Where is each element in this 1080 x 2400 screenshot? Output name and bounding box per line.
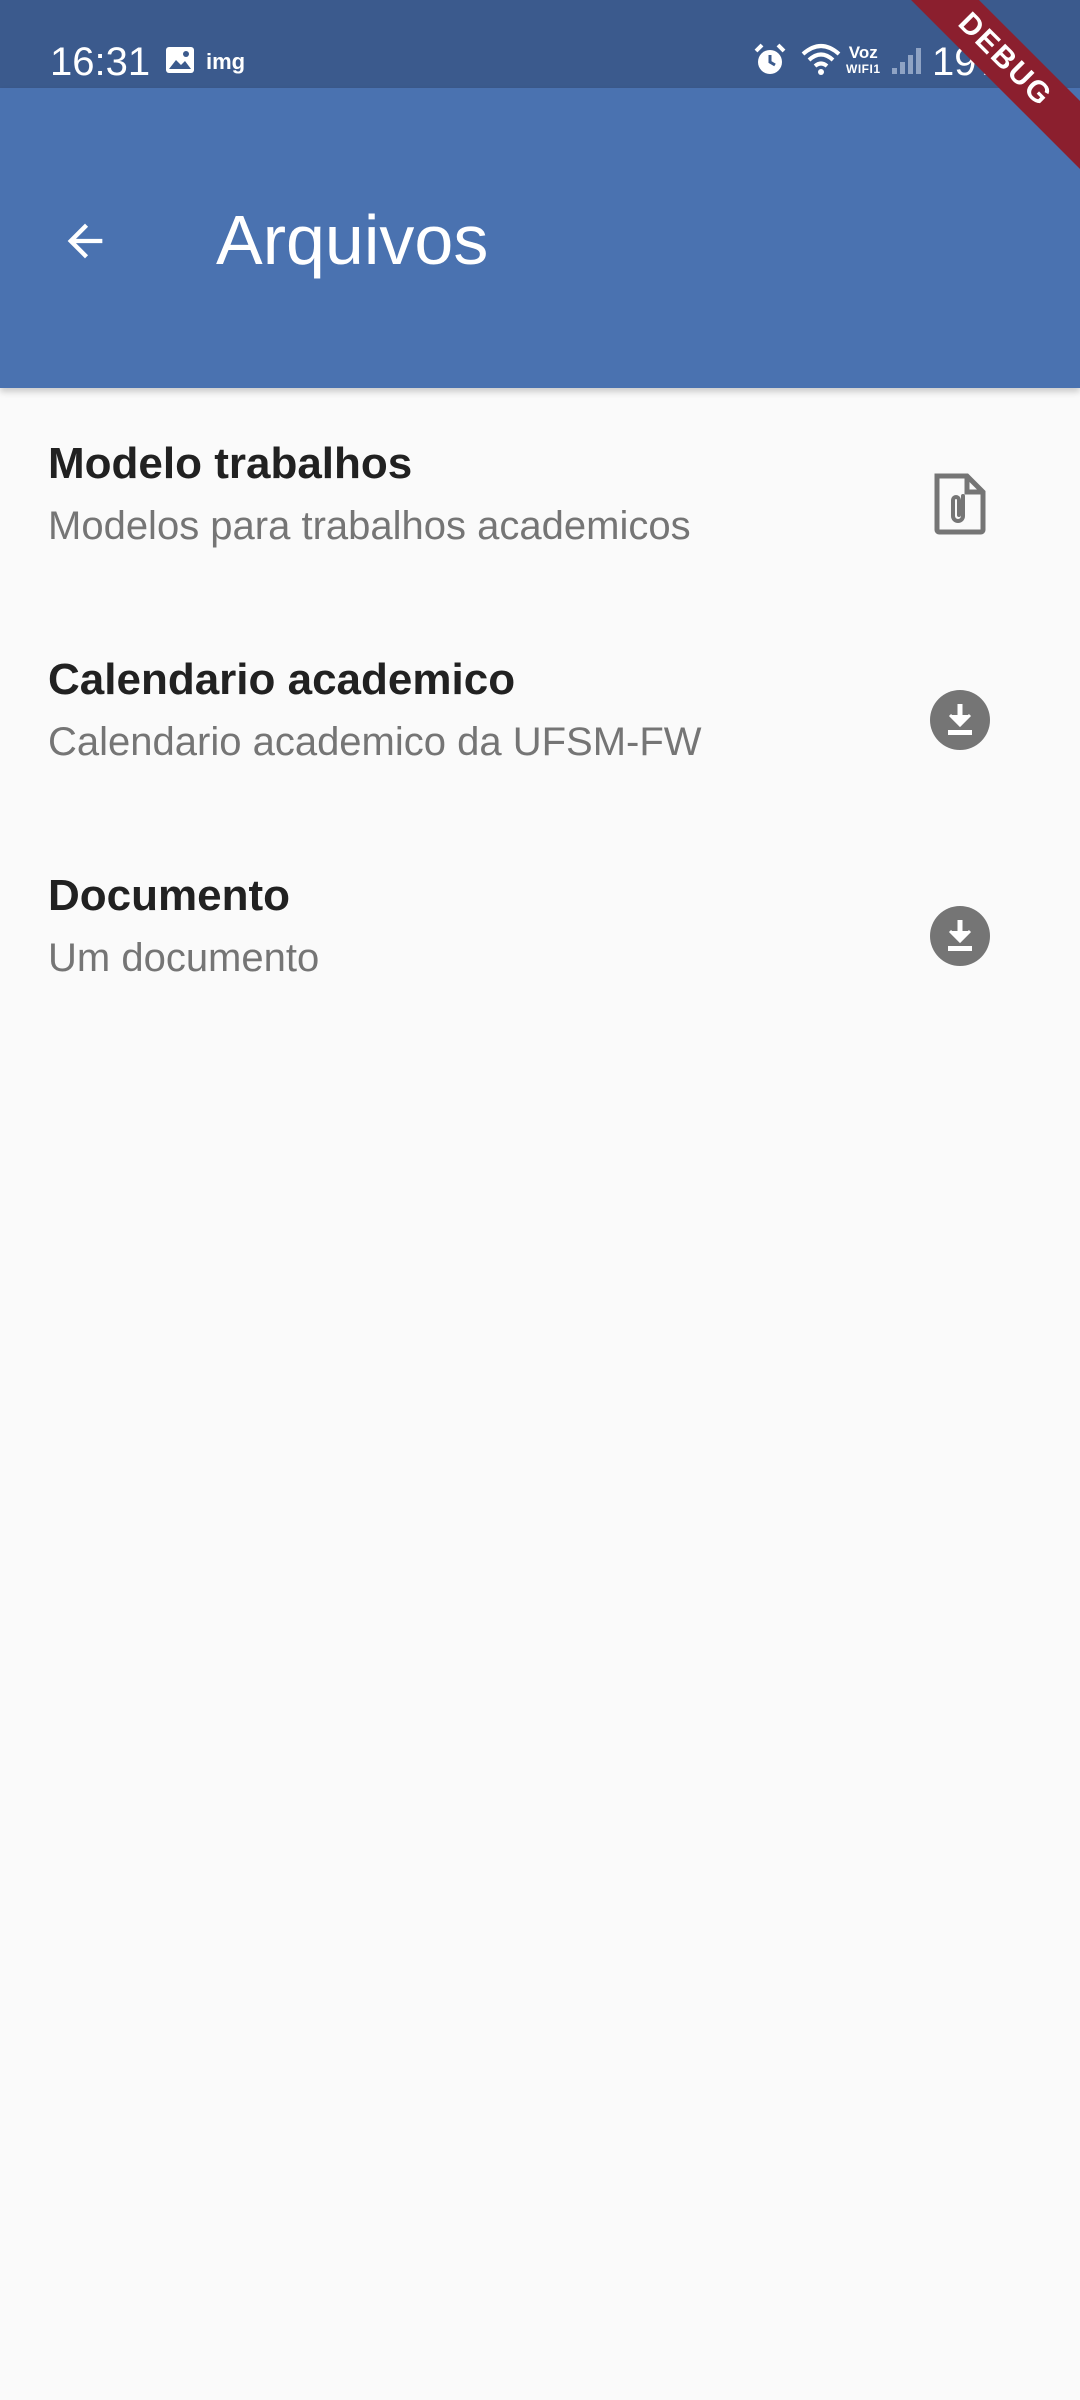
voz-label: Voz	[848, 43, 878, 62]
list-item-documento[interactable]: Documento Um documento	[0, 820, 1080, 1036]
arrow-back-icon	[59, 215, 111, 272]
item-subtitle: Modelos para trabalhos academicos	[48, 504, 691, 548]
file-attachment-icon[interactable]	[920, 464, 1000, 544]
item-title: Documento	[48, 871, 290, 920]
notification-text: img	[206, 49, 246, 74]
app-bar: Arquivos	[0, 88, 1080, 388]
item-subtitle: Um documento	[48, 936, 320, 980]
download-icon[interactable]	[920, 896, 1000, 976]
alarm-icon	[752, 42, 788, 86]
back-button[interactable]	[40, 198, 130, 288]
list-item-calendario-academico[interactable]: Calendario academico Calendario academic…	[0, 604, 1080, 820]
screen: 16:31 img Voz WIFI1 19% DEBUG Arquivos M…	[0, 0, 1080, 2400]
signal-icon	[890, 46, 922, 90]
item-subtitle: Calendario academico da UFSM-FW	[48, 720, 702, 764]
item-title: Modelo trabalhos	[48, 439, 413, 488]
status-time: 16:31	[50, 40, 151, 84]
voz-wifi-label: Voz WIFI1	[846, 44, 881, 78]
list-item-modelo-trabalhos[interactable]: Modelo trabalhos Modelos para trabalhos …	[0, 388, 1080, 604]
item-title: Calendario academico	[48, 655, 516, 704]
image-icon	[165, 46, 195, 79]
wifi1-label: WIFI1	[846, 62, 881, 76]
page-title: Arquivos	[216, 201, 489, 279]
wifi-icon	[800, 42, 842, 86]
file-list: Modelo trabalhos Modelos para trabalhos …	[0, 388, 1080, 1036]
download-icon[interactable]	[920, 680, 1000, 760]
status-bar: 16:31 img Voz WIFI1 19%	[0, 0, 1080, 88]
